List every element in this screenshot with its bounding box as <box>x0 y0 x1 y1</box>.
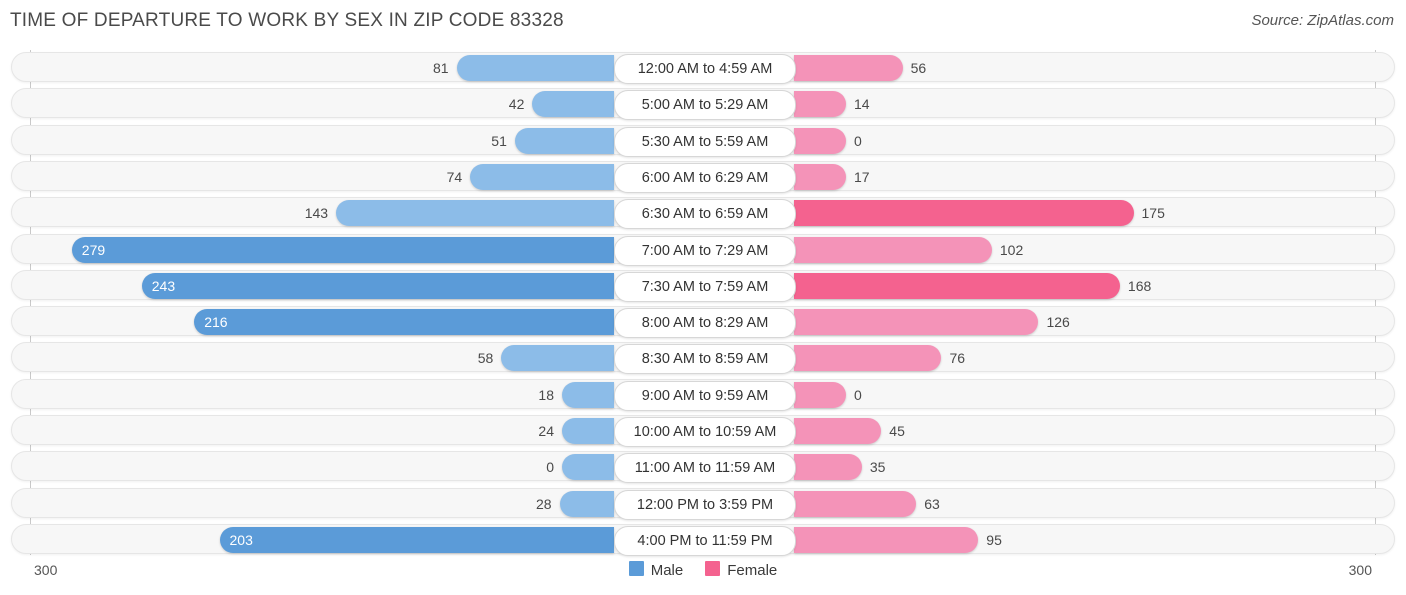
chart-header: TIME OF DEPARTURE TO WORK BY SEX IN ZIP … <box>0 0 1406 46</box>
bar-male <box>532 91 614 118</box>
category-label: 6:00 AM to 6:29 AM <box>614 162 796 193</box>
chart-row: 0 35 11:00 AM to 11:59 AM <box>11 451 1395 484</box>
bar-value-male: 81 <box>433 60 449 76</box>
category-label: 8:00 AM to 8:29 AM <box>614 308 796 339</box>
bar-value-male: 18 <box>538 386 554 403</box>
chart-row: 279 102 7:00 AM to 7:29 AM <box>11 233 1395 266</box>
category-label: 11:00 AM to 11:59 AM <box>614 453 796 484</box>
bar-female <box>794 454 862 481</box>
category-label: 8:30 AM to 8:59 AM <box>614 344 796 375</box>
category-label: 10:00 AM to 10:59 AM <box>614 417 796 447</box>
source-attribution: Source: ZipAtlas.com <box>1251 12 1394 29</box>
legend-item-female[interactable]: Female <box>705 561 777 579</box>
bar-value-female: 56 <box>910 60 927 76</box>
bar-male <box>562 381 614 408</box>
chart-row: 24 45 10:00 AM to 10:59 AM <box>11 415 1395 447</box>
bar-female <box>794 490 917 517</box>
bar-value-male: 51 <box>491 132 507 149</box>
bar-value-female: 14 <box>854 96 870 113</box>
category-label: 7:30 AM to 7:59 AM <box>614 271 796 302</box>
bar-value-male: 279 <box>81 241 106 258</box>
bar-female <box>794 127 846 154</box>
bar-value-male: 74 <box>446 168 463 185</box>
chart-row: 74 17 6:00 AM to 6:29 AM <box>11 160 1395 193</box>
category-label: 4:00 PM to 11:59 PM <box>614 525 796 556</box>
bar-value-female: 0 <box>854 132 862 149</box>
chart-row: 243 168 7:30 AM to 7:59 AM <box>11 269 1395 302</box>
chart-plot-area: 81 56 12:00 AM to 4:59 AM 42 14 5:00 AM to 5:… <box>0 50 1406 556</box>
bar-value-male: 143 <box>304 205 329 222</box>
bar-value-female: 63 <box>924 495 940 512</box>
legend-label: Male <box>650 561 684 579</box>
bar-female <box>794 345 942 372</box>
bar-value-female: 76 <box>949 350 966 367</box>
chart-row: 28 63 12:00 PM to 3:59 PM <box>11 487 1395 520</box>
bar-female <box>794 55 903 81</box>
bar-male <box>336 200 614 227</box>
bar-female <box>794 236 992 263</box>
bar-value-male: 24 <box>538 423 554 439</box>
category-label: 12:00 PM to 3:59 PM <box>614 489 796 520</box>
bar-female <box>794 272 1120 299</box>
bar-female <box>794 163 846 190</box>
chart-legend: Male Female <box>0 561 1406 579</box>
legend-swatch-icon <box>628 561 644 577</box>
page-title: TIME OF DEPARTURE TO WORK BY SEX IN ZIP … <box>10 10 564 31</box>
category-label: 7:00 AM to 7:29 AM <box>614 235 796 266</box>
bar-value-male: 28 <box>536 495 552 512</box>
bar-value-female: 0 <box>854 386 862 403</box>
bar-value-female: 175 <box>1141 205 1165 222</box>
bar-male <box>562 418 614 444</box>
legend-item-male[interactable]: Male <box>628 561 684 579</box>
chart-row: 81 56 12:00 AM to 4:59 AM <box>11 52 1395 84</box>
bar-value-male: 0 <box>546 459 554 476</box>
bar-male <box>470 163 614 190</box>
bar-female <box>794 418 882 444</box>
bar-male <box>501 345 614 372</box>
legend-swatch-icon <box>705 561 721 577</box>
bar-male <box>141 272 614 299</box>
bar-male <box>562 454 614 481</box>
chart-row: 18 0 9:00 AM to 9:59 AM <box>11 378 1395 411</box>
bar-value-female: 95 <box>986 531 1002 548</box>
legend-label: Female <box>727 561 778 579</box>
bar-value-female: 102 <box>999 241 1024 258</box>
chart-row: 51 0 5:30 AM to 5:59 AM <box>11 124 1395 157</box>
chart-footer: 300 300 Male Female <box>0 558 1406 595</box>
category-label: 6:30 AM to 6:59 AM <box>614 199 796 230</box>
bar-value-female: 45 <box>889 423 905 439</box>
bar-female <box>794 526 979 553</box>
category-label: 12:00 AM to 4:59 AM <box>614 54 796 84</box>
bar-value-male: 42 <box>508 96 525 113</box>
chart-row: 42 14 5:00 AM to 5:29 AM <box>11 88 1395 121</box>
bar-value-male: 243 <box>151 277 176 294</box>
bar-female <box>794 381 846 408</box>
bar-value-male: 216 <box>204 314 228 331</box>
chart-row: 216 126 8:00 AM to 8:29 AM <box>11 306 1395 339</box>
bar-female <box>794 200 1134 227</box>
category-label: 5:30 AM to 5:59 AM <box>614 126 796 157</box>
bar-value-female: 35 <box>869 459 886 476</box>
bar-female <box>794 91 846 118</box>
chart-row: 203 95 4:00 PM to 11:59 PM <box>11 523 1395 556</box>
bar-male <box>219 526 614 553</box>
bar-male <box>194 309 614 336</box>
bar-male <box>514 127 614 154</box>
bar-male <box>71 236 614 263</box>
bar-male <box>456 55 614 81</box>
bar-value-male: 58 <box>477 350 494 367</box>
bar-value-female: 126 <box>1046 314 1070 331</box>
category-label: 9:00 AM to 9:59 AM <box>614 380 796 411</box>
bar-value-female: 17 <box>854 168 870 185</box>
chart-row: 143 175 6:30 AM to 6:59 AM <box>11 197 1395 230</box>
bar-value-female: 168 <box>1127 277 1152 294</box>
bar-value-male: 203 <box>229 531 253 548</box>
bar-female <box>794 309 1039 336</box>
category-label: 5:00 AM to 5:29 AM <box>614 90 796 121</box>
bar-male <box>559 490 614 517</box>
chart-row: 58 76 8:30 AM to 8:59 AM <box>11 342 1395 375</box>
